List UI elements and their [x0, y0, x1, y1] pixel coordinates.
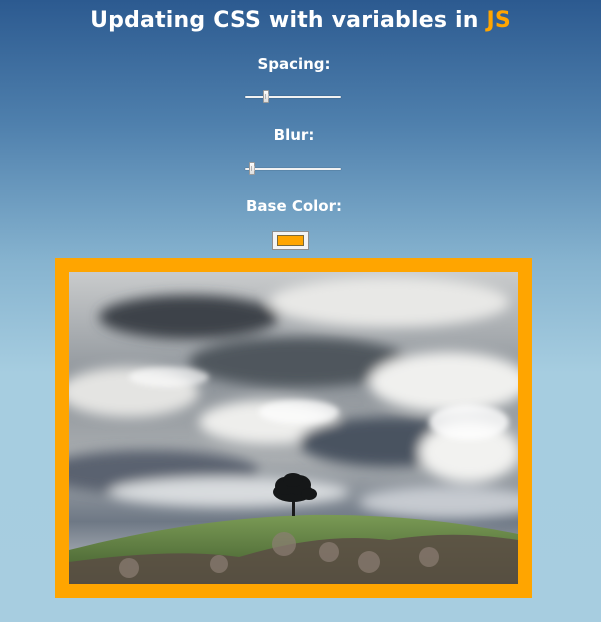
landscape-photo-icon [69, 272, 518, 584]
spacing-slider-track[interactable] [245, 96, 341, 98]
base-color-label: Base Color: [245, 197, 343, 215]
page-title-accent: JS [486, 8, 511, 33]
spacing-slider[interactable] [245, 89, 341, 105]
base-color-picker[interactable] [272, 231, 309, 250]
blur-slider[interactable] [245, 161, 341, 177]
blur-slider-thumb[interactable] [248, 162, 255, 175]
base-color-swatch[interactable] [277, 235, 304, 246]
spacing-slider-thumb[interactable] [263, 90, 269, 103]
page-title-text: Updating CSS with variables in [90, 8, 487, 33]
blur-slider-track[interactable] [245, 168, 341, 170]
blur-label: Blur: [273, 126, 315, 144]
spacing-label: Spacing: [257, 55, 331, 73]
page-title: Updating CSS with variables in JS [0, 8, 601, 33]
image-frame [55, 258, 532, 598]
